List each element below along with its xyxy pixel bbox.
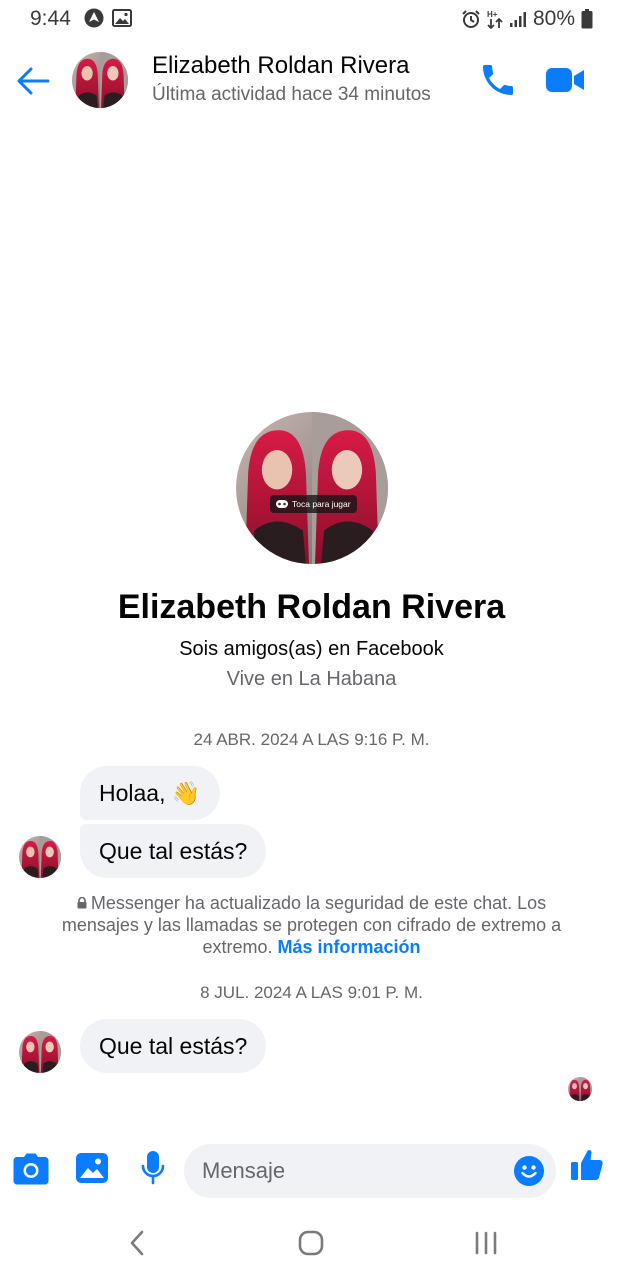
seen-indicator-avatar xyxy=(568,1077,592,1101)
phone-call-icon[interactable] xyxy=(478,60,518,100)
sender-avatar-1[interactable] xyxy=(19,836,61,878)
date-separator-2: 8 JUL. 2024 A LAS 9:01 P. M. xyxy=(200,983,423,1002)
message-text-3: Que tal estás? xyxy=(99,1032,248,1059)
nav-home-button[interactable] xyxy=(291,1226,331,1260)
play-overlay-chip[interactable]: Toca para jugar xyxy=(270,495,357,513)
encryption-notice: Messenger ha actualizado la seguridad de… xyxy=(40,892,583,958)
status-bar: 9:44 H+ 80% xyxy=(0,0,623,40)
gallery-icon[interactable] xyxy=(76,1153,108,1183)
message-composer[interactable] xyxy=(184,1144,556,1198)
back-arrow-icon[interactable] xyxy=(14,62,52,100)
svg-text:H+: H+ xyxy=(487,10,498,19)
microphone-icon[interactable] xyxy=(141,1151,165,1185)
message-text-1: Holaa, 👋 xyxy=(99,779,201,806)
message-bubble-2[interactable]: Que tal estás? xyxy=(80,824,267,878)
friends-status: Sois amigos(as) en Facebook xyxy=(179,638,444,660)
nav-back-icon xyxy=(130,1230,144,1256)
nav-home-icon xyxy=(298,1230,324,1256)
gamepad-icon xyxy=(276,500,288,508)
nav-back-button[interactable] xyxy=(117,1226,157,1260)
battery-percent: 80% xyxy=(532,7,575,30)
navigation-icon xyxy=(84,8,104,28)
nav-recents-button[interactable] xyxy=(466,1226,506,1260)
more-info-link[interactable]: Más información xyxy=(278,937,421,957)
date-separator-1: 24 ABR. 2024 A LAS 9:16 P. M. xyxy=(193,730,430,749)
profile-location: Vive en La Habana xyxy=(226,668,397,690)
message-input[interactable] xyxy=(202,1144,502,1198)
signal-icon xyxy=(509,12,526,27)
contact-name[interactable]: Elizabeth Roldan Rivera xyxy=(152,52,409,80)
profile-name: Elizabeth Roldan Rivera xyxy=(117,588,506,626)
chat-header: Elizabeth Roldan Rivera Última actividad… xyxy=(0,40,623,120)
alarm-icon xyxy=(462,10,480,28)
battery-icon xyxy=(581,9,593,29)
last-active-status: Última actividad hace 34 minutos xyxy=(152,84,431,105)
nav-recents-icon xyxy=(475,1231,497,1255)
sender-avatar-2[interactable] xyxy=(19,1031,61,1073)
lock-icon xyxy=(77,896,87,909)
data-arrows-icon: H+ xyxy=(487,10,503,29)
emoji-icon[interactable] xyxy=(514,1156,544,1186)
video-call-icon[interactable] xyxy=(544,62,586,98)
status-time: 9:44 xyxy=(30,7,71,30)
header-avatar[interactable] xyxy=(72,52,128,108)
like-icon[interactable] xyxy=(570,1148,604,1182)
message-bubble-1[interactable]: Holaa, 👋 xyxy=(80,766,220,820)
message-bubble-3[interactable]: Que tal estás? xyxy=(80,1019,267,1073)
message-text-2: Que tal estás? xyxy=(99,837,248,864)
camera-icon[interactable] xyxy=(13,1153,49,1185)
play-overlay-label: Toca para jugar xyxy=(292,499,351,509)
profile-avatar[interactable]: Toca para jugar xyxy=(236,412,388,564)
image-icon xyxy=(112,9,132,27)
